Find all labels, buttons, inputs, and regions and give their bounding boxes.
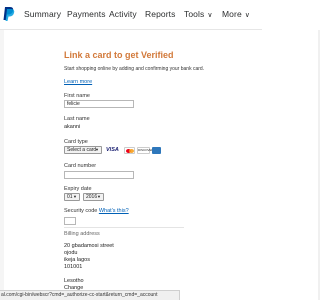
status-bar-url: al.com/cgi-bin/webscr?cmd=_authorize-cc-… — [0, 290, 180, 300]
first-name-label: First name — [64, 93, 90, 99]
amex-logo-icon — [152, 146, 161, 154]
left-edge — [0, 30, 4, 300]
chevron-down-icon: ▼ — [73, 194, 77, 199]
card-type-selected-value: Select a card — [67, 147, 97, 153]
nav-payments[interactable]: Payments — [67, 9, 106, 19]
intro-text: Start shopping online by adding and conf… — [64, 66, 205, 72]
card-type-label: Card type — [64, 139, 88, 145]
learn-more-link[interactable]: Learn more — [64, 79, 92, 85]
card-type-select[interactable]: Select a card ▼ — [64, 146, 102, 154]
nav-tools[interactable]: Tools ∨ — [184, 9, 213, 19]
accepted-cards: VISA DISCOVER — [106, 146, 161, 154]
chevron-down-icon: ∨ — [207, 12, 213, 19]
billing-line: ojodu — [64, 250, 78, 256]
last-name-value: akanni — [64, 124, 81, 130]
visa-logo-icon: VISA — [106, 146, 119, 153]
top-nav: Summary Payments Activity Reports Tools ∨… — [0, 0, 262, 30]
card-number-label: Card number — [64, 163, 97, 169]
expiry-month-value: 01 — [67, 194, 73, 200]
first-name-field[interactable]: felicie — [64, 100, 134, 108]
page-title: Link a card to get Verified — [64, 50, 174, 60]
nav-more-label: More — [222, 9, 242, 19]
expiry-year-select[interactable]: 2016 ▼ — [83, 193, 104, 201]
chevron-down-icon: ∨ — [244, 12, 251, 19]
billing-line: 20 gbadamosi street — [64, 243, 114, 249]
expiry-year-value: 2016 — [86, 194, 98, 200]
expiry-month-select[interactable]: 01 ▼ — [64, 193, 80, 201]
billing-line: 101001 — [64, 264, 83, 270]
card-number-field[interactable] — [64, 171, 134, 179]
nav-reports[interactable]: Reports — [145, 9, 175, 19]
discover-logo-icon: DISCOVER — [137, 146, 154, 154]
expiry-date-label: Expiry date — [64, 186, 92, 192]
nav-more[interactable]: More ∨ — [222, 9, 250, 19]
paypal-logo-icon[interactable] — [3, 6, 15, 22]
chevron-down-icon: ▼ — [97, 194, 101, 199]
mastercard-logo-icon — [124, 146, 135, 154]
nav-activity[interactable]: Activity — [109, 9, 137, 19]
billing-line: ikeja lagos — [64, 257, 90, 263]
chevron-down-icon: ▼ — [95, 147, 99, 152]
last-name-label: Last name — [64, 116, 90, 122]
security-code-field[interactable] — [64, 217, 76, 225]
divider — [64, 227, 184, 228]
nav-summary[interactable]: Summary — [24, 9, 61, 19]
billing-line: Lesotho — [64, 278, 84, 284]
security-code-row: Security code What's this? — [64, 208, 129, 214]
whats-this-link[interactable]: What's this? — [99, 208, 129, 214]
nav-tools-label: Tools — [184, 9, 205, 19]
security-code-label: Security code — [64, 208, 98, 214]
billing-address-label: Billing address — [64, 231, 100, 237]
